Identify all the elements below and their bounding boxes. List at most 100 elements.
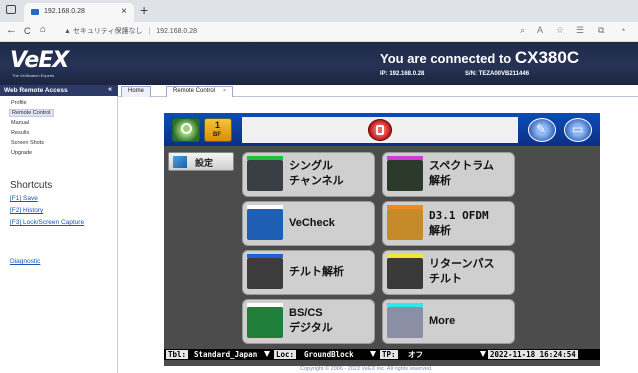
sidebar-item-results[interactable]: Results xyxy=(11,130,29,136)
bs-cs-icon xyxy=(247,307,283,338)
vecheck-icon xyxy=(247,209,283,240)
shortcut-history-link[interactable]: [F2] History xyxy=(10,207,43,214)
shortcuts-heading: Shortcuts xyxy=(10,180,53,191)
veex-logo: VeEX The Verification Experts xyxy=(10,48,120,80)
app-label-line1: BS/CS xyxy=(289,307,323,319)
app-label-line1: VeCheck xyxy=(289,217,335,229)
remote-screen[interactable]: 1 BF ✎ ▭ 設定 シングルチャンネル スペクトラム 解析 VeCheck D… xyxy=(164,113,600,366)
ip-address: IP: 192.168.0.28 xyxy=(380,71,425,77)
collections-icon[interactable]: ⧉ xyxy=(598,25,604,36)
address-field[interactable]: ▲ セキュリティ保護なし | 192.168.0.28 xyxy=(64,25,504,39)
settings-button[interactable]: 設定 xyxy=(168,152,234,171)
browser-tab-strip: 192.168.0.28 × + xyxy=(0,0,638,22)
favorite-add-icon[interactable]: ☆ xyxy=(556,25,564,36)
read-aloud-icon[interactable]: A xyxy=(537,25,543,35)
search-icon[interactable]: ⌕ xyxy=(520,25,525,36)
app-label-line1: スペクトラム xyxy=(429,160,494,172)
diagnostic-link[interactable]: Diagnostic xyxy=(10,258,40,265)
battery-button[interactable]: 1 BF xyxy=(204,118,232,142)
favicon-icon xyxy=(31,9,39,15)
app-label-line2: デジタル xyxy=(289,322,333,334)
app-d31-ofdm[interactable]: D3.1 OFDM 解析 xyxy=(382,201,515,246)
folder-icon: ▭ xyxy=(572,122,584,136)
tp-value: オフ xyxy=(408,350,423,359)
shortcut-save-link[interactable]: [F1] Save xyxy=(10,195,38,202)
sidebar-item-screen-shots[interactable]: Screen Shots xyxy=(11,140,44,146)
instrument-toolbar: 1 BF ✎ ▭ xyxy=(164,113,600,146)
home-icon[interactable]: ⌂ xyxy=(40,24,46,35)
battery-number: 1 xyxy=(215,120,221,130)
tp-dropdown-icon[interactable] xyxy=(480,351,486,357)
device-name: CX380C xyxy=(514,48,580,67)
tp-label: TP: xyxy=(380,350,398,359)
serial-number: S/N: TEZA00VB211446 xyxy=(465,71,530,77)
loc-label: Loc: xyxy=(274,350,297,359)
app-return-path-tilt[interactable]: リターンパス チルト xyxy=(382,250,515,295)
shortcut-lock-screen-capture-link[interactable]: [F3] Lock/Screen Capture xyxy=(10,219,84,226)
tbl-dropdown-icon[interactable] xyxy=(264,351,270,357)
app-tilt-analysis[interactable]: チルト解析 xyxy=(242,250,375,295)
tab-home[interactable]: Home xyxy=(121,86,152,97)
app-single-channel[interactable]: シングル チャンネル xyxy=(242,152,375,197)
return-path-icon xyxy=(387,258,423,289)
logo-tagline: The Verification Experts xyxy=(12,73,55,78)
app-more[interactable]: More xyxy=(382,299,515,344)
collapse-sidebar-icon[interactable]: « xyxy=(108,86,112,93)
browser-tab-title: 192.168.0.28 xyxy=(44,8,85,15)
settings-icon xyxy=(173,156,187,168)
profile-icon[interactable]: ◔ xyxy=(620,25,625,35)
connection-status: You are connected to CX380C xyxy=(380,48,579,68)
app-label-line1: D3.1 OFDM xyxy=(429,209,489,222)
instrument-status-bar: Tbl: Standard_Japan Loc: GroundBlock TP:… xyxy=(164,349,600,360)
address-separator: | xyxy=(148,28,151,35)
close-tab-icon[interactable]: × xyxy=(121,6,127,17)
power-button[interactable] xyxy=(368,119,392,141)
loc-value: GroundBlock xyxy=(304,350,354,359)
sidebar-item-profile[interactable]: Profile xyxy=(11,100,27,106)
tbl-label: Tbl: xyxy=(166,350,189,359)
copyright-footer: Copyright © 2006 - 2022 VeEX Inc. All ri… xyxy=(300,366,433,372)
folder-button[interactable]: ▭ xyxy=(564,118,592,142)
app-spectrum-analysis[interactable]: スペクトラム 解析 xyxy=(382,152,515,197)
browser-tab[interactable]: 192.168.0.28 × xyxy=(24,3,134,22)
app-label-line1: More xyxy=(429,315,456,327)
url-text: 192.168.0.28 xyxy=(156,28,198,35)
close-tab-icon[interactable]: × xyxy=(223,88,226,94)
sidebar-item-manual[interactable]: Manual xyxy=(11,120,29,126)
sidebar-item-upgrade[interactable]: Upgrade xyxy=(11,150,32,156)
new-tab-button[interactable]: + xyxy=(140,2,148,18)
tab-actions-icon[interactable] xyxy=(6,5,16,14)
sidebar: Web Remote Access « Profile Remote Contr… xyxy=(0,85,118,373)
app-label-line1: シングル xyxy=(289,160,333,172)
app-vecheck[interactable]: VeCheck xyxy=(242,201,375,246)
sidebar-item-remote-control[interactable]: Remote Control xyxy=(9,109,54,117)
loc-dropdown-icon[interactable] xyxy=(370,351,376,357)
dial-button[interactable] xyxy=(172,118,200,142)
connected-prefix: You are connected to xyxy=(380,51,512,66)
app-label-line2: 解析 xyxy=(429,175,451,187)
tab-remote-control[interactable]: Remote Control × xyxy=(166,86,233,97)
settings-label: 設定 xyxy=(195,158,214,168)
security-warning[interactable]: ▲ セキュリティ保護なし xyxy=(64,28,142,35)
refresh-icon[interactable]: C xyxy=(24,26,31,36)
app-label-line1: チルト解析 xyxy=(289,266,344,278)
address-bar-row: ← C ⌂ ▲ セキュリティ保護なし | 192.168.0.28 ⌕ A ☆ … xyxy=(0,22,638,42)
sidebar-header: Web Remote Access « xyxy=(0,85,118,96)
help-icon: ✎ xyxy=(536,122,547,136)
tab-remote-control-label: Remote Control xyxy=(173,88,216,94)
app-label-line2: チャンネル xyxy=(289,175,344,187)
date-time: 2022-11-18 16:24:54 xyxy=(488,350,578,359)
logo-text: VeEX xyxy=(10,48,69,73)
app-label-line1: リターンパス xyxy=(429,258,495,270)
dial-icon xyxy=(181,123,192,134)
app-header: VeEX The Verification Experts You are co… xyxy=(0,42,638,85)
more-icon xyxy=(387,307,423,338)
power-icon xyxy=(376,125,384,135)
app-label-line2: 解析 xyxy=(429,224,451,237)
help-button[interactable]: ✎ xyxy=(528,118,556,142)
tilt-icon xyxy=(247,258,283,289)
content-tab-strip: Home Remote Control × xyxy=(118,85,638,97)
back-icon[interactable]: ← xyxy=(6,24,17,36)
app-bs-cs-digital[interactable]: BS/CS デジタル xyxy=(242,299,375,344)
favorites-icon[interactable]: ☰ xyxy=(576,25,584,36)
